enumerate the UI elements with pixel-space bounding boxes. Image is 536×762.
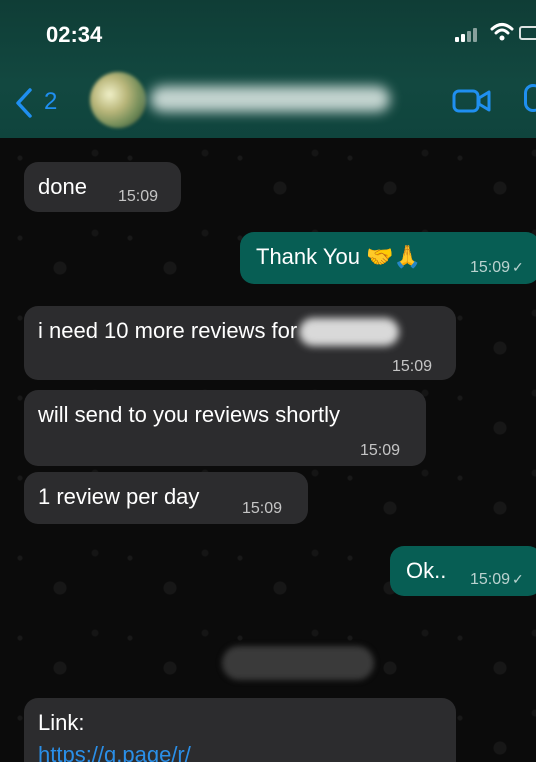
- chevron-left-icon[interactable]: [12, 86, 36, 120]
- message-text: i need 10 more reviews for: [38, 318, 400, 347]
- message-bubble[interactable]: Link: https://g.page/r/: [24, 698, 456, 762]
- message-time: 15:09: [360, 442, 401, 459]
- message-bubble[interactable]: Ok.. 15:09 ✓: [390, 546, 536, 596]
- message-text: done: [38, 174, 87, 199]
- contact-avatar[interactable]: [90, 72, 146, 128]
- message-bubble[interactable]: will send to you reviews shortly 15:09: [24, 390, 426, 466]
- message-time: 15:09: [118, 188, 159, 205]
- message-bubble[interactable]: i need 10 more reviews for 15:09: [24, 306, 456, 380]
- message-time: 15:09: [242, 500, 283, 517]
- wifi-icon: [490, 23, 514, 41]
- message-time-value: 15:09: [470, 259, 511, 276]
- chat-area: done 15:09 Thank You 🤝🙏 15:09 ✓ i need 10…: [0, 138, 536, 762]
- status-time: 02:34: [46, 22, 103, 47]
- message-text: will send to you reviews shortly: [38, 402, 341, 427]
- message-bubble[interactable]: Thank You 🤝🙏 15:09 ✓: [240, 232, 536, 284]
- message-bubble[interactable]: 1 review per day 15:09: [24, 472, 308, 524]
- message-link[interactable]: https://g.page/r/: [38, 742, 191, 762]
- message-time-value: 15:09: [470, 571, 511, 588]
- message-time: 15:09 ✓: [470, 566, 524, 593]
- message-time: 15:09 ✓: [470, 254, 524, 281]
- redacted-text: [299, 318, 400, 347]
- message-time: 15:09: [392, 358, 433, 375]
- chat-header: 02:34 2: [0, 0, 536, 138]
- video-call-icon[interactable]: [452, 88, 492, 114]
- back-unread-count[interactable]: 2: [44, 88, 57, 116]
- message-text: Ok..: [406, 558, 447, 583]
- contact-name-redacted[interactable]: [150, 86, 390, 112]
- message-bubble[interactable]: done 15:09: [24, 162, 181, 212]
- message-text: Thank You 🤝🙏: [256, 244, 421, 269]
- date-separator-redacted: [222, 646, 374, 680]
- message-text-value: i need 10 more reviews for: [38, 318, 298, 343]
- signal-icon: [455, 28, 479, 42]
- battery-icon: [519, 26, 536, 40]
- message-text: 1 review per day: [38, 484, 200, 509]
- read-ticks-icon: ✓: [512, 571, 524, 587]
- read-ticks-icon: ✓: [512, 259, 524, 275]
- phone-call-icon[interactable]: [524, 84, 536, 112]
- link-label: Link:: [38, 710, 85, 735]
